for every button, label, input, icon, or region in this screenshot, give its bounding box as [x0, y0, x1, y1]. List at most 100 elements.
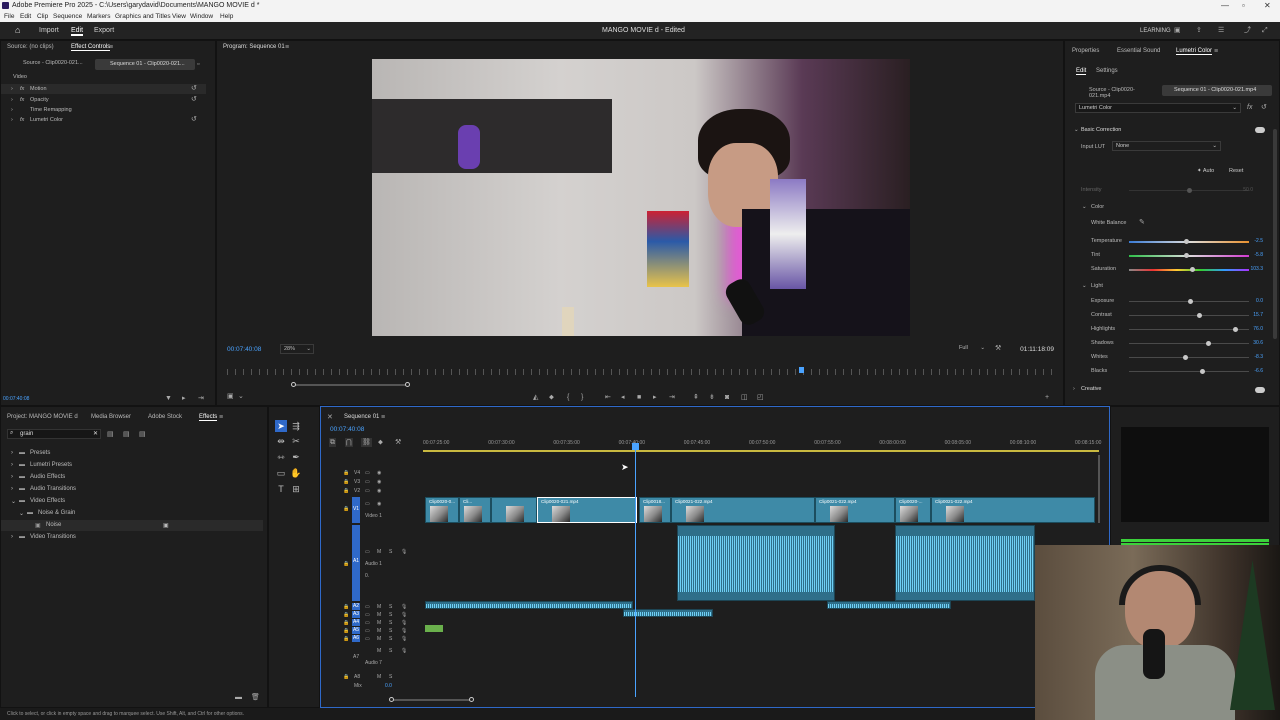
text-box-tool-icon[interactable]: ⊞ — [290, 483, 302, 495]
input-lut-select[interactable]: None ⌄ — [1112, 141, 1221, 151]
slider-value[interactable]: 0.0 — [1237, 298, 1263, 304]
add-marker-icon[interactable]: ⬥ — [549, 394, 554, 401]
mic-icon[interactable]: 🎙 — [401, 648, 407, 654]
solo-button[interactable]: S — [389, 604, 392, 610]
track-target[interactable]: A5 — [352, 627, 360, 634]
chevron-down-icon[interactable]: ⌄ — [11, 498, 16, 505]
slider-knob[interactable] — [1184, 253, 1190, 258]
reset-icon[interactable]: ↺ — [191, 116, 197, 123]
play-audio-icon[interactable]: ▸ — [182, 395, 186, 402]
sync-icon[interactable]: ▭ — [365, 470, 370, 476]
work-area-bar[interactable] — [423, 450, 1099, 452]
video-clip[interactable]: Clip0020-0... — [425, 497, 459, 523]
light-header[interactable]: Light — [1091, 283, 1103, 289]
vr-icon[interactable]: ◰ — [757, 394, 764, 401]
lock-icon[interactable]: 🔒 — [343, 506, 349, 512]
chevron-right-icon[interactable]: › — [11, 486, 13, 492]
mark-out-icon[interactable]: } — [581, 394, 583, 401]
sync-icon[interactable]: ▭ — [365, 501, 370, 507]
extract-icon[interactable]: ⇟ — [709, 394, 715, 401]
audio-clip-a5[interactable] — [425, 625, 443, 632]
slider-knob[interactable] — [1205, 341, 1211, 346]
slider-value[interactable]: 30.6 — [1237, 340, 1263, 346]
yuv-effects-icon[interactable]: ▤ — [139, 431, 146, 438]
tab-media-browser[interactable]: Media Browser — [91, 414, 131, 420]
track-header-a2[interactable]: 🔒 A2 ▭ M S 🎙 — [343, 603, 423, 611]
wrench-icon[interactable]: ⚒ — [995, 345, 1001, 352]
tree-item-video-transitions[interactable]: › ▬ Video Transitions — [1, 532, 263, 543]
lumetri-scrollbar[interactable] — [1273, 129, 1277, 339]
panel-menu-icon[interactable]: ≡ — [109, 44, 113, 51]
playhead-line[interactable] — [635, 443, 636, 697]
slider-tint[interactable] — [1129, 253, 1249, 258]
effects-search[interactable]: ⌕ grain ✕ — [7, 429, 101, 439]
tab-adobe-stock[interactable]: Adobe Stock — [148, 414, 182, 420]
new-bin-icon[interactable]: ▬ — [235, 694, 242, 701]
reset-icon[interactable]: ↺ — [191, 96, 197, 103]
lock-icon[interactable]: 🔒 — [343, 628, 349, 634]
selection-tool-icon[interactable]: ➤ — [275, 420, 287, 432]
track-header-a6[interactable]: 🔒 A6 ▭ M S 🎙 — [343, 635, 423, 643]
chevron-down-icon[interactable]: ⌄ — [19, 510, 24, 517]
slider-exposure[interactable] — [1129, 299, 1249, 304]
mute-button[interactable]: M — [377, 612, 381, 618]
slider-saturation[interactable] — [1129, 267, 1249, 272]
chevron-right-icon[interactable]: › — [11, 474, 13, 480]
mic-icon[interactable]: 🎙 — [401, 604, 407, 610]
effect-row-time-remapping[interactable]: › Time Remapping — [1, 105, 206, 115]
workspace-edit[interactable]: Edit — [71, 27, 84, 36]
panel-menu-icon[interactable]: ≡ — [381, 414, 385, 421]
toggle-timeline-icon[interactable]: ▫ — [197, 61, 199, 68]
mic-icon[interactable]: 🎙 — [401, 628, 407, 634]
mic-icon[interactable]: 🎙 — [401, 549, 407, 555]
video-clip[interactable]: Clip0018... — [639, 497, 671, 523]
snap-icon[interactable]: ⋂ — [345, 438, 353, 447]
share-icon[interactable]: ⇪ — [1196, 27, 1202, 34]
menu-sequence[interactable]: Sequence — [53, 13, 82, 20]
expand-icon[interactable]: › — [11, 86, 13, 92]
lock-icon[interactable]: 🔒 — [343, 488, 349, 494]
filter-icon[interactable]: ▼ — [165, 395, 172, 402]
lift-icon[interactable]: ⇞ — [693, 394, 699, 401]
solo-button[interactable]: S — [389, 648, 392, 654]
comparison-view-icon[interactable]: ◫ — [741, 394, 748, 401]
audio-clip[interactable] — [425, 601, 633, 609]
mute-button[interactable]: M — [377, 628, 381, 634]
program-video-frame[interactable] — [372, 59, 910, 336]
slider-knob[interactable] — [1187, 188, 1192, 193]
slider-value[interactable]: -6.6 — [1237, 368, 1263, 374]
program-tab[interactable]: Program: Sequence 01 — [223, 44, 285, 50]
slider-shadows[interactable] — [1129, 341, 1249, 346]
track-header-a1[interactable]: 🔒 A1 ▭ M S 🎙 Audio 1 0. — [343, 525, 423, 601]
track-header-a3[interactable]: 🔒 A3 ▭ M S 🎙 — [343, 611, 423, 619]
mic-icon[interactable]: 🎙 — [401, 636, 407, 642]
lock-icon[interactable]: 🔒 — [343, 470, 349, 476]
reset-icon[interactable]: ↺ — [191, 85, 197, 92]
effect-row-motion[interactable]: › fx Motion ↺ — [1, 84, 206, 94]
tree-item-noise[interactable]: ▣ Noise ▣ — [1, 520, 263, 531]
slider-highlights[interactable] — [1129, 327, 1249, 332]
audio-clip[interactable] — [677, 525, 835, 601]
slider-value[interactable]: 15.7 — [1237, 312, 1263, 318]
tree-item-presets[interactable]: › ▬ Presets — [1, 448, 263, 459]
menu-edit[interactable]: Edit — [20, 13, 31, 20]
playhead-marker[interactable] — [799, 367, 804, 373]
sequence-tab[interactable]: Sequence 01 — [344, 414, 379, 420]
panel-menu-icon[interactable]: ≡ — [1214, 48, 1218, 55]
mix-value[interactable]: 0.0 — [385, 683, 392, 689]
creative-toggle[interactable] — [1255, 387, 1265, 393]
lock-icon[interactable]: 🔒 — [343, 479, 349, 485]
panel-menu-icon[interactable]: ≡ — [285, 44, 289, 51]
expand-icon[interactable]: › — [11, 107, 13, 113]
lumetri-effect-select[interactable]: Lumetri Color ⌄ — [1075, 103, 1241, 113]
fx-toggle-icon[interactable]: fx — [1247, 104, 1252, 111]
sync-icon[interactable]: ▭ — [365, 620, 370, 626]
track-target[interactable]: A6 — [352, 635, 360, 642]
tab-lumetri-color[interactable]: Lumetri Color — [1176, 48, 1213, 55]
lumetri-sequence-clip[interactable]: Sequence 01 - Clip0020-021.mp4 — [1162, 85, 1272, 96]
mic-icon[interactable]: 🎙 — [401, 612, 407, 618]
add-marker-icon[interactable]: ⬥ — [378, 439, 383, 446]
delete-icon[interactable]: 🗑 — [251, 694, 260, 701]
effect-row-opacity[interactable]: › fx Opacity ↺ — [1, 95, 206, 105]
eye-icon[interactable]: ◉ — [377, 479, 381, 485]
